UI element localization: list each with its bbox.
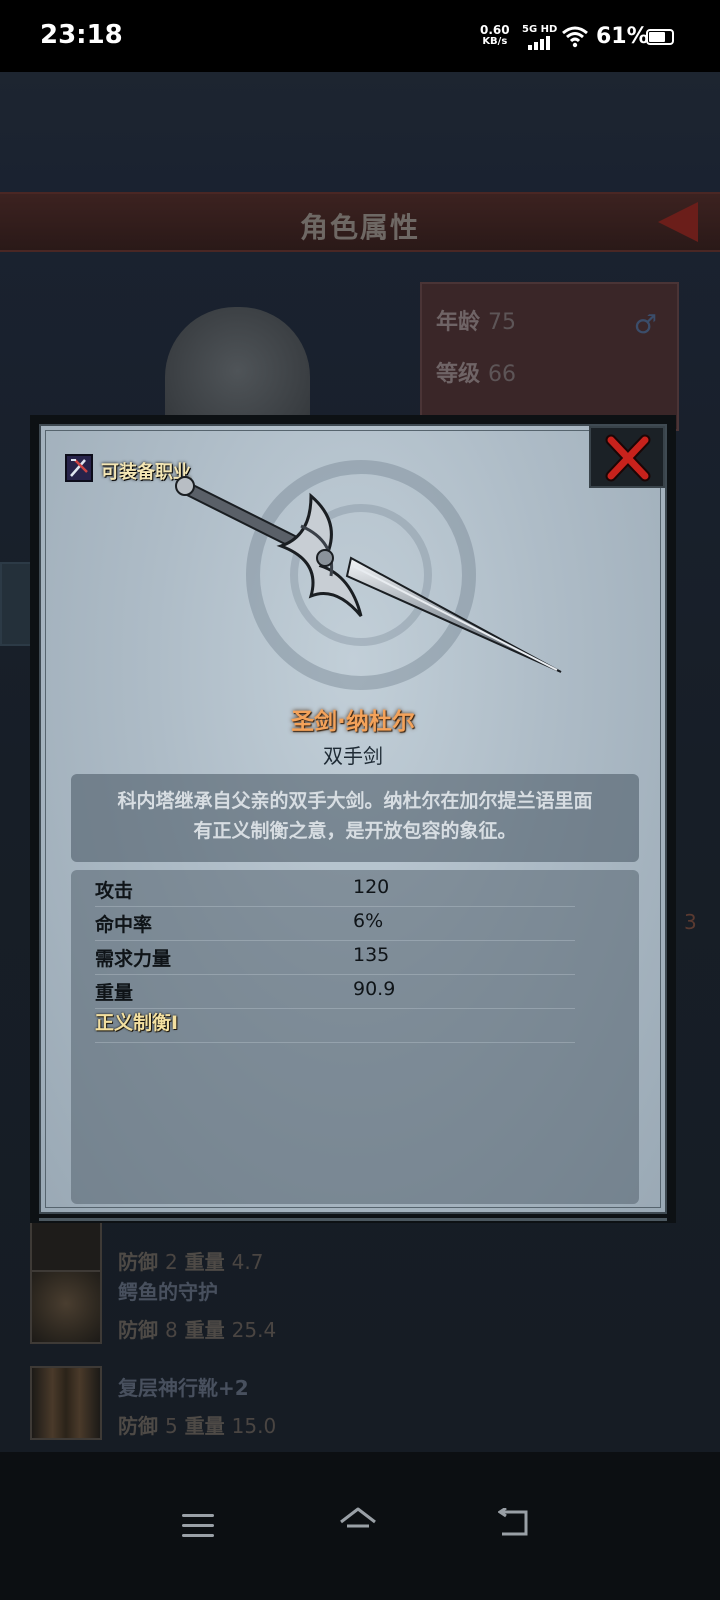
stat-label: 命中率 (95, 914, 153, 936)
screen-header: 角色属性 (0, 192, 720, 252)
item-stats: 防御 5 重量 15.0 (118, 1414, 277, 1438)
male-icon: ♂ (633, 310, 657, 340)
class-icon (65, 454, 93, 482)
description-text: 科内塔继承自父亲的双手大剑。纳杜尔在加尔提兰语里面 有正义制衡之意，是开放包容的… (85, 786, 625, 846)
character-stats-panel: 年龄 75 ♂ 等级 66 (420, 282, 679, 431)
item-description: 科内塔继承自父亲的双手大剑。纳杜尔在加尔提兰语里面 有正义制衡之意，是开放包容的… (71, 774, 639, 862)
item-thumbnail (30, 1366, 102, 1440)
item-name: 鳄鱼的守护 (118, 1280, 218, 1304)
item-detail-dialog: 可装备职业 圣剑·纳杜尔 双手剑 科内塔继承自父亲的双手大剑。纳杜尔在加尔提兰语… (30, 415, 676, 1223)
item-type: 双手剑 (323, 744, 383, 768)
signal-icon (528, 36, 554, 50)
stat-value: 90.9 (353, 978, 396, 1000)
stat-label: 重量 (95, 982, 134, 1004)
stat-row: 需求力量 135 (95, 940, 575, 975)
network-speed: 0.60 KB/s (480, 24, 510, 48)
age-value: 75 (488, 310, 517, 335)
side-tab[interactable] (0, 562, 34, 646)
stat-row: 命中率 6% (95, 906, 575, 941)
age-label: 年龄 (436, 310, 481, 335)
battery-percent: 61% (596, 24, 649, 49)
item-name: 圣剑·纳杜尔 (291, 709, 415, 735)
level-stat: 等级 66 (436, 356, 516, 388)
screen-title: 角色属性 (299, 211, 420, 244)
age-stat: 年龄 75 (436, 304, 516, 336)
network-type: 5G HD (522, 24, 558, 35)
level-label: 等级 (436, 362, 481, 387)
description-line: 科内塔继承自父亲的双手大剑。纳杜尔在加尔提兰语里面 (117, 790, 593, 812)
close-button[interactable] (589, 426, 665, 488)
equipment-item[interactable]: 鳄鱼的守护 防御 8 重量 25.4 (30, 1270, 690, 1346)
stat-row: 攻击 120 (95, 872, 575, 907)
description-line: 有正义制衡之意，是开放包容的象征。 (193, 820, 517, 842)
dialog-panel: 可装备职业 圣剑·纳杜尔 双手剑 科内塔继承自父亲的双手大剑。纳杜尔在加尔提兰语… (39, 424, 667, 1214)
wifi-icon (562, 26, 588, 48)
battery-icon (646, 29, 674, 45)
network-speed-unit: KB/s (482, 36, 508, 47)
back-icon[interactable] (498, 1508, 532, 1538)
status-time: 23:18 (40, 20, 123, 50)
stat-value: 135 (353, 944, 390, 966)
close-icon (605, 434, 651, 482)
item-name: 复层神行靴+2 (118, 1376, 249, 1400)
item-stats: 防御 8 重量 25.4 (118, 1318, 277, 1342)
stat-label: 需求力量 (95, 948, 172, 970)
level-value: 66 (488, 362, 517, 387)
stat-label: 攻击 (95, 880, 134, 902)
item-thumbnail (30, 1270, 102, 1344)
stat-value: 120 (353, 876, 390, 898)
item-stats-panel: 攻击 120 命中率 6% 需求力量 135 重量 90.9 正义制衡I (71, 870, 639, 1204)
home-icon[interactable] (338, 1506, 378, 1540)
side-number: 3 (684, 910, 697, 934)
menu-icon[interactable] (182, 1514, 214, 1538)
stat-row: 重量 90.9 (95, 974, 575, 1009)
status-bar: 23:18 0.60 KB/s 5G HD 61% (0, 0, 720, 72)
back-arrow-icon[interactable] (658, 202, 698, 242)
sword-image (175, 476, 562, 673)
special-effect: 正义制衡I (95, 1012, 179, 1034)
network-speed-value: 0.60 (480, 23, 510, 37)
stat-value: 6% (353, 910, 384, 932)
equipment-item[interactable]: 复层神行靴+2 防御 5 重量 15.0 (30, 1366, 690, 1442)
